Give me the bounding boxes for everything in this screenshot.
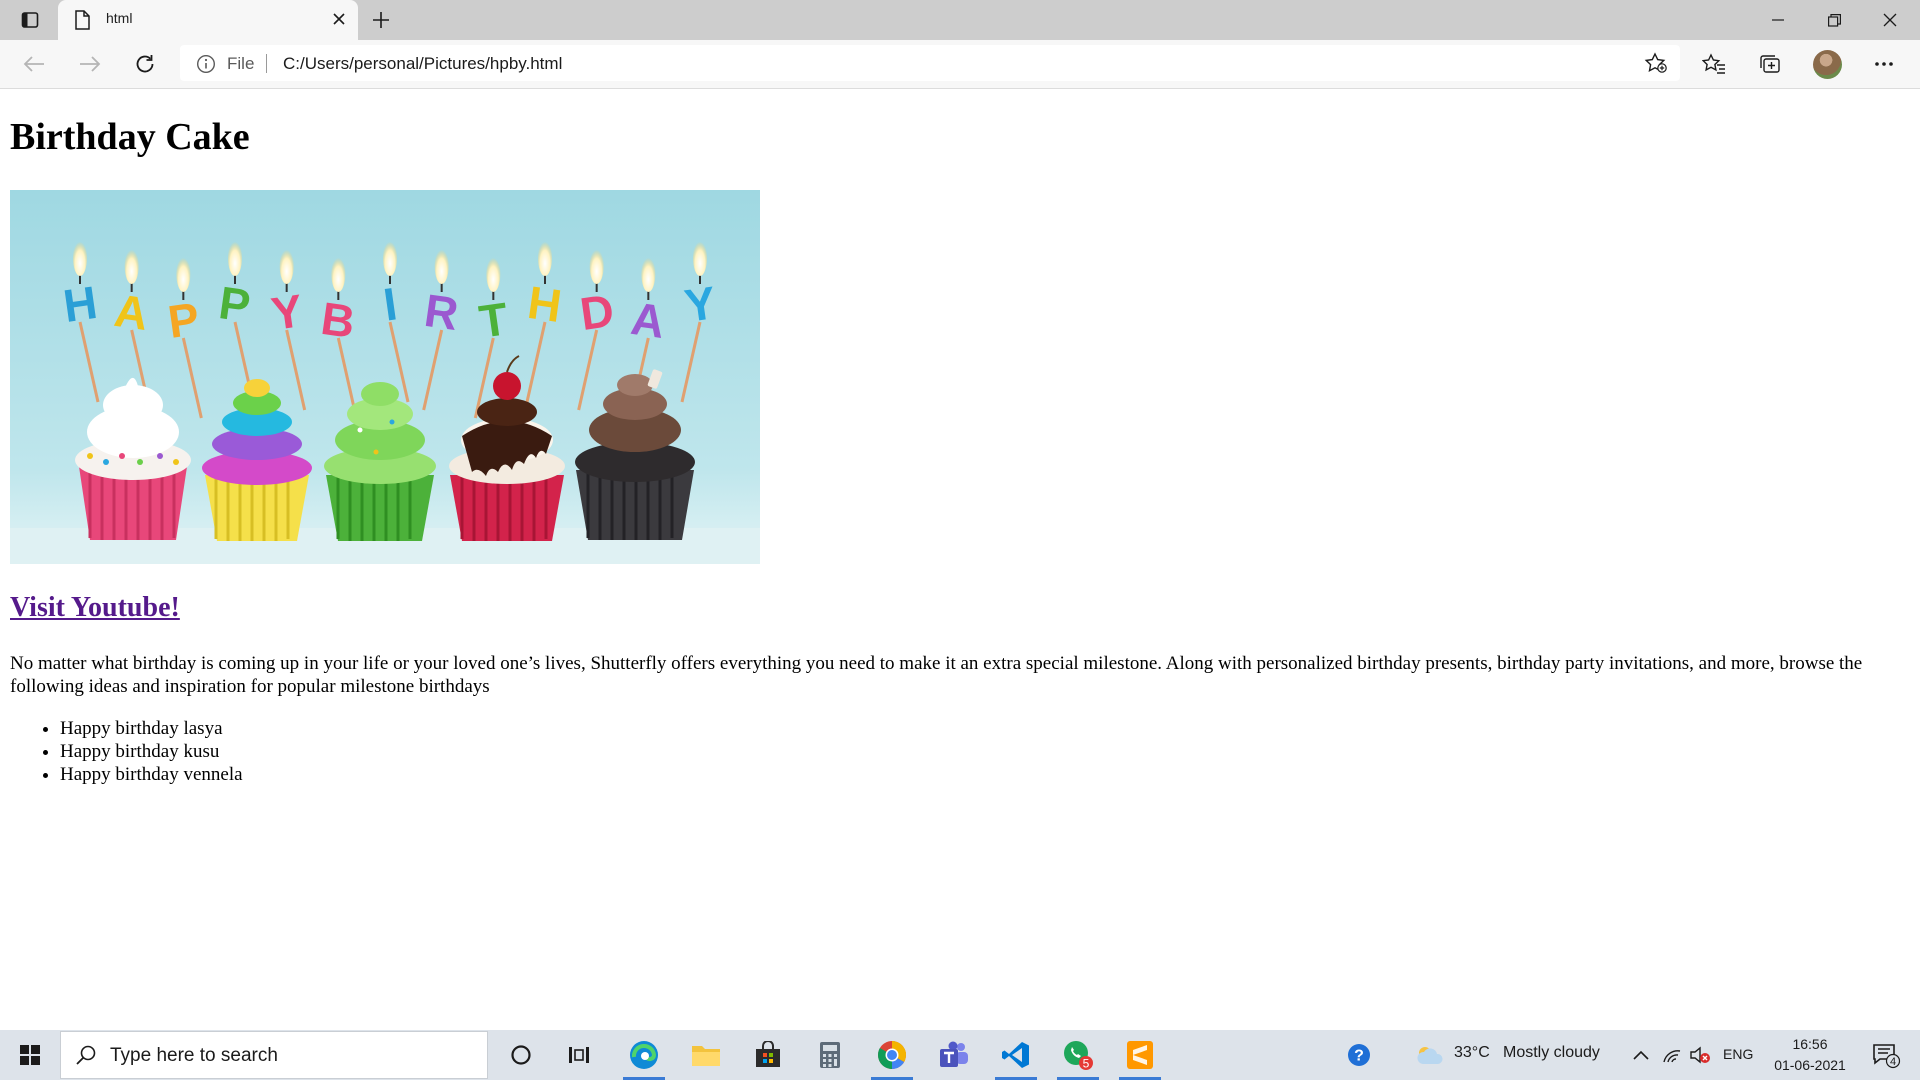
windows-taskbar: Type here to search 5 ? 33°C Mostly clou… xyxy=(0,1030,1920,1080)
restore-icon[interactable] xyxy=(1806,0,1862,40)
taskbar-search-box[interactable]: Type here to search xyxy=(60,1031,488,1079)
teams-icon[interactable] xyxy=(923,1030,985,1080)
birthday-cupcakes-image: HAPPYBIRTHDAY xyxy=(10,190,760,564)
cortana-icon[interactable] xyxy=(490,1030,552,1080)
favorites-icon[interactable] xyxy=(1700,50,1728,78)
weather-cloud-icon[interactable] xyxy=(1410,1030,1450,1080)
scheme-label: File xyxy=(227,54,255,73)
page-heading: Birthday Cake xyxy=(10,116,250,158)
browser-toolbar: File C:/Users/personal/Pictures/hpby.htm… xyxy=(0,40,1920,89)
address-divider xyxy=(266,54,267,73)
microsoft-store-icon[interactable] xyxy=(737,1030,799,1080)
add-favorite-icon[interactable] xyxy=(1644,52,1668,74)
clock-time: 16:56 xyxy=(1792,1036,1828,1052)
search-placeholder: Type here to search xyxy=(110,1045,278,1066)
language-indicator[interactable]: ENG xyxy=(1723,1046,1753,1062)
list-item: Happy birthday vennela xyxy=(60,763,243,786)
profile-avatar[interactable] xyxy=(1813,50,1842,79)
new-tab-icon[interactable] xyxy=(368,8,394,32)
svg-text:?: ? xyxy=(1354,1048,1364,1065)
document-icon xyxy=(74,10,90,30)
visit-youtube-link[interactable]: Visit Youtube! xyxy=(10,592,180,624)
whatsapp-icon[interactable]: 5 xyxy=(1047,1030,1109,1080)
browser-tab[interactable]: html xyxy=(58,0,358,40)
forward-icon[interactable] xyxy=(76,50,104,78)
tab-close-icon[interactable] xyxy=(332,12,346,26)
list-item: Happy birthday kusu xyxy=(60,740,243,763)
minimize-icon[interactable] xyxy=(1750,0,1806,40)
windows-start-icon[interactable] xyxy=(0,1030,60,1080)
address-bar[interactable]: File C:/Users/personal/Pictures/hpby.htm… xyxy=(180,45,1680,81)
search-icon xyxy=(75,1044,97,1066)
web-page-content: Birthday Cake HAPPYBIRTHDAY Visit Youtub… xyxy=(0,89,1920,1030)
weather-temperature[interactable]: 33°C xyxy=(1454,1044,1490,1062)
chrome-icon[interactable] xyxy=(861,1030,923,1080)
calculator-icon[interactable] xyxy=(799,1030,861,1080)
info-icon[interactable] xyxy=(196,54,216,74)
whatsapp-badge-count: 5 xyxy=(1083,1057,1090,1071)
close-window-icon[interactable] xyxy=(1862,0,1918,40)
file-explorer-icon[interactable] xyxy=(675,1030,737,1080)
intro-paragraph: No matter what birthday is coming up in … xyxy=(10,653,1863,697)
volume-muted-icon[interactable] xyxy=(1686,1030,1714,1080)
weather-condition[interactable]: Mostly cloudy xyxy=(1503,1044,1600,1062)
chevron-up-icon[interactable] xyxy=(1626,1030,1656,1080)
vscode-icon[interactable] xyxy=(985,1030,1047,1080)
help-icon[interactable]: ? xyxy=(1336,1030,1382,1080)
list-item: Happy birthday lasya xyxy=(60,717,243,740)
collections-icon[interactable] xyxy=(1756,50,1784,78)
url-text[interactable]: C:/Users/personal/Pictures/hpby.html xyxy=(283,54,562,74)
notification-center-icon[interactable]: 4 xyxy=(1866,1038,1906,1072)
clock-date: 01-06-2021 xyxy=(1774,1057,1846,1073)
sublime-text-icon[interactable] xyxy=(1109,1030,1171,1080)
tab-strip: html xyxy=(0,0,1920,40)
task-view-icon[interactable] xyxy=(548,1030,610,1080)
back-icon[interactable] xyxy=(20,50,48,78)
birthday-list: Happy birthday lasya Happy birthday kusu… xyxy=(10,717,243,786)
wifi-icon[interactable] xyxy=(1658,1030,1686,1080)
edge-browser-icon[interactable] xyxy=(613,1030,675,1080)
tab-actions-menu-icon[interactable] xyxy=(15,8,45,32)
more-options-icon[interactable] xyxy=(1870,50,1898,78)
reload-icon[interactable] xyxy=(131,50,159,78)
notification-count: 4 xyxy=(1890,1056,1896,1068)
system-clock[interactable]: 16:56 01-06-2021 xyxy=(1755,1034,1865,1076)
tab-title: html xyxy=(106,10,133,26)
